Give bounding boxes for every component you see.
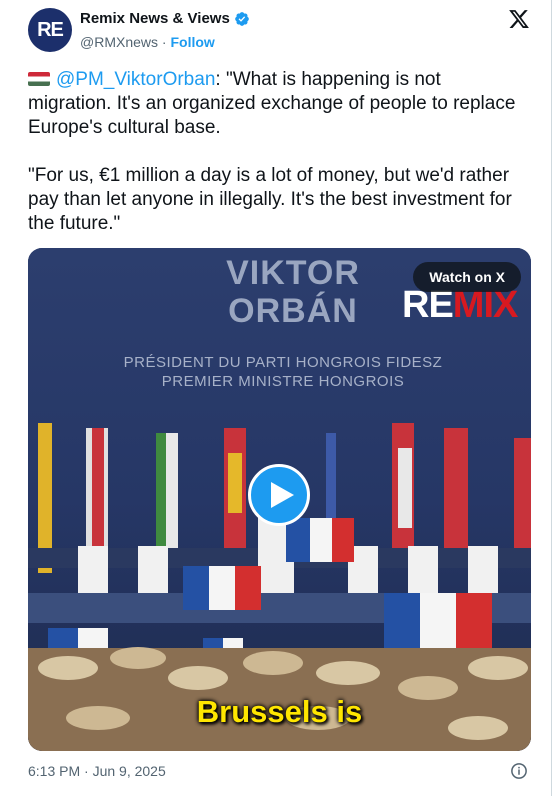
play-button[interactable] [248,464,310,526]
author-handle-row: @RMXnews · Follow [80,34,215,50]
overlay-subtitle-line1: PRÉSIDENT DU PARTI HONGROIS FIDESZ [123,354,443,371]
video-player[interactable]: VIKTOR ORBÁN REMIX PRÉSIDENT DU PARTI HO… [28,248,531,751]
overlay-subtitle-line2: PREMIER MINISTRE HONGROIS [161,373,405,390]
verified-badge-icon [234,11,249,26]
video-caption: Brussels is [196,694,363,729]
author-handle[interactable]: @RMXnews [80,34,158,50]
info-icon[interactable] [510,762,528,780]
tweet-paragraph-2: "For us, €1 million a day is a lot of mo… [28,165,512,234]
follow-button[interactable]: Follow [170,34,214,50]
author-name-row: Remix News & Views [80,10,250,27]
tweet-text: @PM_ViktorOrban: "What is happening is n… [28,68,528,260]
hungary-flag-icon [28,72,50,86]
tweet-timestamp[interactable]: 6:13 PM · Jun 9, 2025 [28,763,166,779]
x-logo-icon[interactable] [508,8,530,30]
play-icon [271,482,294,508]
mention-link[interactable]: @PM_ViktorOrban [56,69,215,90]
avatar[interactable]: RE [28,8,72,52]
handle-separator: · [161,34,167,50]
tweet-paragraph-1: @PM_ViktorOrban: "What is happening is n… [28,68,528,140]
overlay-name-line2: ORBÁN [228,292,358,330]
watch-on-x-button[interactable]: Watch on X [413,262,521,292]
author-display-name[interactable]: Remix News & Views [80,10,230,27]
tweet-card: RE Remix News & Views @RMXnews · Follow … [0,0,552,796]
overlay-name-line1: VIKTOR [226,254,360,292]
avatar-text: RE [37,18,64,41]
